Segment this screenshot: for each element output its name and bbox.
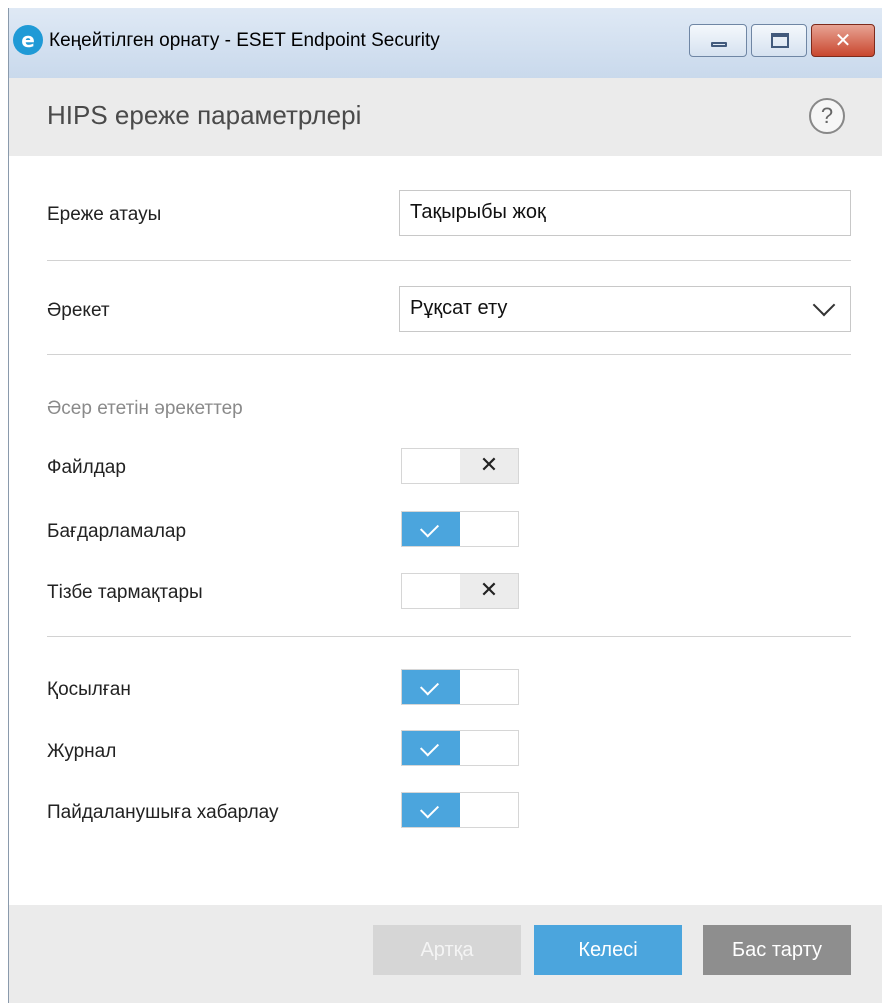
log-toggle[interactable]	[401, 730, 519, 766]
dialog-header: HIPS ереже параметрлері ?	[9, 78, 882, 156]
chevron-down-icon	[812, 293, 836, 317]
action-dropdown[interactable]: Рұқсат ету	[399, 286, 851, 332]
toggle-left-segment	[402, 793, 460, 827]
page-title: HIPS ереже параметрлері	[47, 100, 362, 130]
toggle-left-segment	[402, 449, 460, 483]
enabled-toggle[interactable]	[401, 669, 519, 705]
eset-logo-icon: e	[13, 25, 43, 55]
notify-user-label: Пайдаланушыға хабарлау	[47, 802, 279, 823]
maximize-button[interactable]	[751, 24, 807, 57]
minimize-button[interactable]	[689, 24, 747, 57]
dialog-window: e Кеңейтілген орнату - ESET Endpoint Sec…	[8, 8, 882, 1003]
affected-operations-heading: Әсер ететін әрекеттер	[47, 398, 243, 419]
window-title: Кеңейтілген орнату - ESET Endpoint Secur…	[49, 30, 440, 51]
notify-user-toggle[interactable]	[401, 792, 519, 828]
action-selected-value: Рұқсат ету	[410, 297, 508, 319]
toggle-left-segment	[402, 574, 460, 608]
files-toggle[interactable]: ✕	[401, 448, 519, 484]
divider	[47, 636, 851, 637]
check-icon	[419, 518, 440, 538]
check-icon	[419, 799, 440, 819]
divider	[47, 354, 851, 355]
toggle-right-segment	[460, 670, 518, 704]
x-icon: ✕	[479, 453, 499, 478]
applications-toggle[interactable]	[401, 511, 519, 547]
toggle-right-segment: ✕	[460, 449, 518, 483]
toggle-left-segment	[402, 731, 460, 765]
registry-entries-label: Тізбе тармақтары	[47, 582, 203, 603]
toggle-right-segment: ✕	[460, 574, 518, 608]
next-button[interactable]: Келесі	[534, 925, 682, 975]
rule-name-label: Ереже атауы	[47, 204, 162, 225]
minimize-icon	[711, 42, 727, 47]
divider	[47, 260, 851, 261]
applications-label: Бағдарламалар	[47, 521, 187, 542]
close-icon: ✕	[834, 28, 852, 52]
close-button[interactable]: ✕	[811, 24, 875, 57]
maximize-icon	[771, 33, 789, 48]
back-button[interactable]: Артқа	[373, 925, 521, 975]
toggle-right-segment	[460, 512, 518, 546]
toggle-left-segment	[402, 670, 460, 704]
check-icon	[419, 737, 440, 757]
x-icon: ✕	[479, 578, 499, 603]
dialog-footer: Артқа Келесі Бас тарту	[9, 905, 882, 1003]
files-label: Файлдар	[47, 457, 126, 478]
toggle-left-segment	[402, 512, 460, 546]
action-label: Әрекет	[47, 300, 110, 321]
log-label: Журнал	[47, 741, 117, 762]
check-icon	[419, 676, 440, 696]
enabled-label: Қосылған	[47, 679, 131, 700]
cancel-button[interactable]: Бас тарту	[703, 925, 851, 975]
registry-entries-toggle[interactable]: ✕	[401, 573, 519, 609]
title-bar[interactable]: e Кеңейтілген орнату - ESET Endpoint Sec…	[9, 8, 882, 79]
help-icon[interactable]: ?	[809, 98, 845, 134]
toggle-right-segment	[460, 793, 518, 827]
toggle-right-segment	[460, 731, 518, 765]
rule-name-input[interactable]: Тақырыбы жоқ	[399, 190, 851, 236]
